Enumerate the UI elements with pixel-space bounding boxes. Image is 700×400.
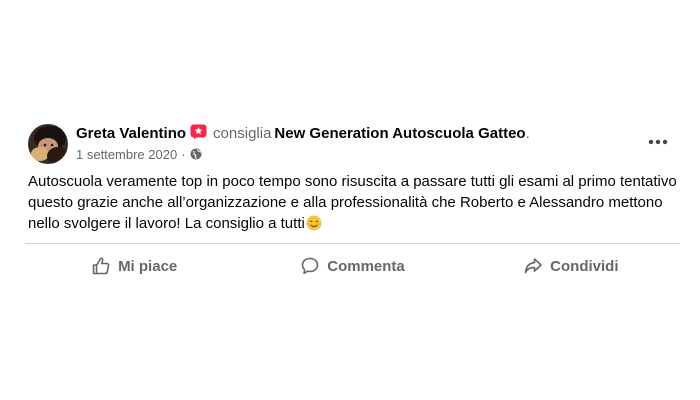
like-button[interactable]: Mi piace: [25, 250, 243, 282]
post-text: Autoscuola veramente top in poco tempo s…: [28, 171, 678, 234]
share-label: Condividi: [550, 257, 619, 275]
share-button[interactable]: Condividi: [462, 250, 680, 282]
recommendation-post: Greta Valentino consiglia New Generation A…: [0, 0, 700, 400]
more-options-button[interactable]: [640, 128, 676, 156]
share-icon: [524, 258, 542, 274]
comment-icon: [301, 257, 319, 275]
avatar[interactable]: [28, 124, 68, 164]
trailing-dot: .: [525, 125, 530, 142]
globe-icon: [190, 147, 202, 160]
comment-label: Commenta: [327, 257, 405, 275]
divider: [25, 243, 680, 244]
smiling-face-emoji: [306, 215, 322, 231]
recommends-verb: consiglia: [213, 125, 272, 142]
like-label: Mi piace: [118, 257, 178, 275]
post-header: Greta Valentino consiglia New Generation A…: [76, 124, 530, 144]
post-body: Autoscuola veramente top in poco tempo s…: [28, 173, 677, 232]
thumbs-up-icon: [92, 257, 110, 275]
post-date[interactable]: 1 settembre 2020: [76, 147, 177, 162]
more-dots-icon: [648, 139, 668, 145]
page-name-link[interactable]: New Generation Autoscuola Gatteo: [274, 125, 525, 142]
comment-button[interactable]: Commenta: [243, 250, 461, 282]
post-meta: 1 settembre 2020 ·: [76, 146, 202, 164]
author-name[interactable]: Greta Valentino: [76, 125, 186, 142]
meta-separator: ·: [181, 147, 186, 162]
action-bar: Mi piace Commenta Condividi: [25, 250, 680, 282]
recommendation-star-icon: [190, 124, 207, 140]
